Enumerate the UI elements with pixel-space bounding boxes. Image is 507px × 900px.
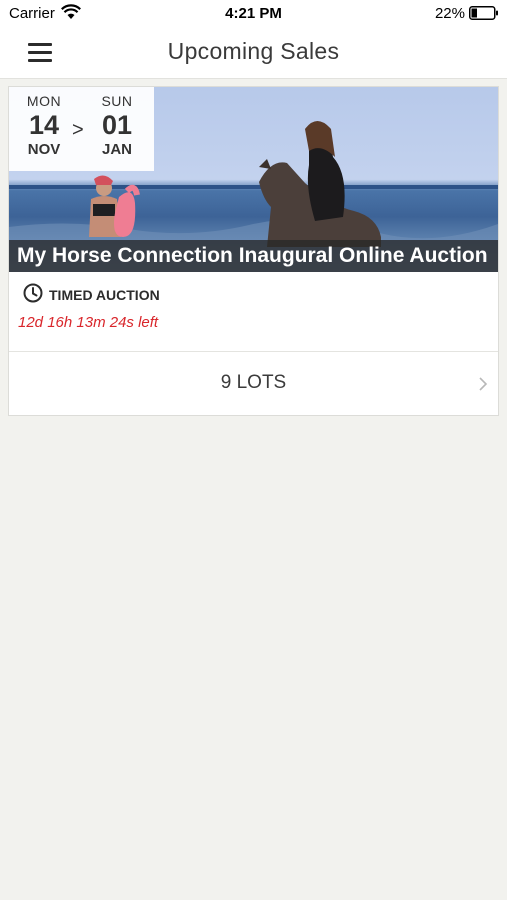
nav-bar: Upcoming Sales [0, 28, 507, 79]
sale-date-range: MON 14 NOV > SUN 01 JAN [9, 87, 154, 171]
chevron-right-icon [479, 377, 488, 391]
lots-button[interactable]: 9 LOTS [9, 352, 498, 415]
page-title: Upcoming Sales [167, 38, 340, 64]
end-day: 01 [101, 110, 133, 140]
end-month: JAN [101, 141, 132, 158]
start-month: NOV [27, 141, 61, 158]
date-range-separator: > [72, 119, 84, 141]
start-date: MON 14 NOV [19, 93, 69, 158]
sale-image[interactable]: MON 14 NOV > SUN 01 JAN My Horse Connect… [9, 87, 498, 272]
auction-type-label: TIMED AUCTION [49, 287, 160, 303]
start-day-of-week: MON [26, 93, 62, 109]
sale-title[interactable]: My Horse Connection Inaugural Online Auc… [9, 240, 498, 272]
battery-percent: 22% [434, 5, 465, 22]
start-day: 14 [28, 110, 60, 140]
end-day-of-week: SUN [101, 93, 133, 109]
lots-count-label: 9 LOTS [220, 372, 287, 393]
status-bar: Carrier 4:21 PM 22% [0, 0, 507, 28]
clock-icon [23, 283, 43, 303]
clock-time: 4:21 PM [225, 5, 282, 22]
time-left-countdown: 12d 16h 13m 24s left [18, 314, 159, 331]
sale-card[interactable]: MON 14 NOV > SUN 01 JAN My Horse Connect… [8, 86, 499, 416]
battery-icon [469, 6, 498, 20]
end-date: SUN 01 JAN [92, 93, 142, 158]
